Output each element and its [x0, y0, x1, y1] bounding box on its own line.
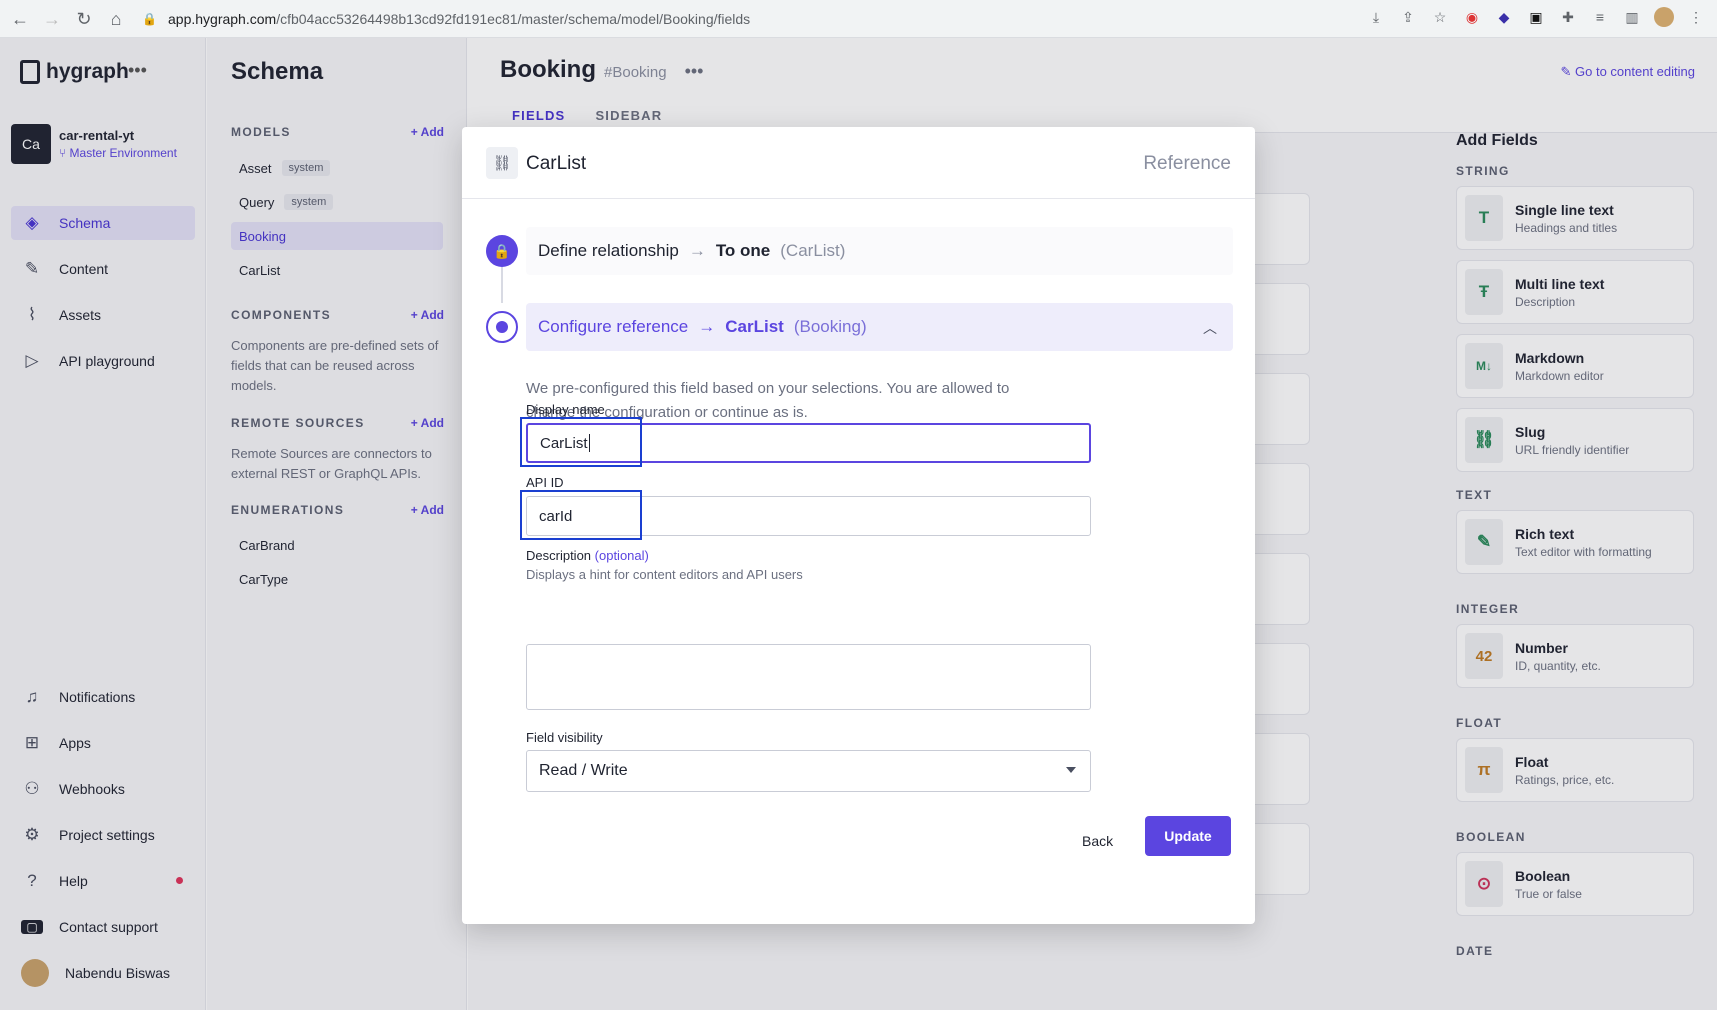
api-id-label: API ID	[526, 475, 564, 490]
kebab-menu-icon[interactable]: ⋮	[1685, 6, 1707, 28]
back-button[interactable]: Back	[1072, 821, 1123, 861]
field-visibility-select[interactable]: Read / Write	[526, 750, 1091, 792]
url-path: /cfb04acc53264498b13cd92fd191ec81/master…	[276, 11, 751, 27]
url-host: app.hygraph.com	[168, 11, 277, 27]
highlight-box	[520, 417, 642, 467]
field-type-label: Reference	[1143, 153, 1231, 174]
address-bar[interactable]: 🔒 app.hygraph.com/cfb04acc53264498b13cd9…	[142, 5, 1442, 33]
field-visibility-label: Field visibility	[526, 730, 603, 745]
browser-toolbar: ← → ↻ ⌂ 🔒 app.hygraph.com/cfb04acc532644…	[0, 0, 1717, 38]
arrow-right-icon: →	[688, 241, 706, 260]
puzzle-icon[interactable]: ✚	[1557, 6, 1579, 28]
playlist-icon[interactable]: ≡	[1589, 6, 1611, 28]
optional-tag: (optional)	[594, 548, 649, 563]
lock-icon: 🔒	[142, 12, 157, 26]
star-icon[interactable]: ☆	[1429, 6, 1451, 28]
modal-header: ⛓ CarList Reference	[462, 127, 1255, 199]
reference-model: (Booking)	[793, 317, 867, 336]
reload-icon[interactable]: ↻	[69, 4, 99, 34]
chevron-down-icon	[1066, 767, 1076, 773]
configure-reference-modal: ⛓ CarList Reference 🔒 Define relationshi…	[462, 127, 1255, 924]
color-extension-icon[interactable]: ◉	[1461, 6, 1483, 28]
update-button[interactable]: Update	[1145, 816, 1231, 856]
step-connector	[501, 267, 503, 303]
sidebar-toggle-icon[interactable]: ▥	[1621, 6, 1643, 28]
step-label: Configure reference	[538, 317, 689, 336]
reference-link-icon: ⛓	[486, 147, 518, 179]
forward-arrow-icon[interactable]: →	[37, 4, 67, 34]
home-icon[interactable]: ⌂	[101, 4, 131, 34]
description-label: Description (optional)	[526, 548, 649, 563]
relationship-type: To one	[715, 241, 771, 260]
arrow-right-icon: →	[698, 317, 716, 336]
step-define-relationship[interactable]: Define relationship → To one (CarList)	[526, 227, 1233, 275]
description-label-text: Description	[526, 548, 592, 563]
step-configure-reference[interactable]: Configure reference → CarList (Booking) …	[526, 303, 1233, 351]
square-extension-icon[interactable]: ▣	[1525, 6, 1547, 28]
share-icon[interactable]: ⇪	[1397, 6, 1419, 28]
profile-avatar[interactable]	[1653, 6, 1675, 28]
chevron-up-icon[interactable]: ︿	[1203, 318, 1217, 338]
reference-field-name: CarList	[725, 317, 784, 336]
relationship-model: (CarList)	[780, 241, 846, 260]
active-step-indicator	[486, 311, 518, 343]
description-hint: Displays a hint for content editors and …	[526, 567, 803, 582]
highlight-box	[520, 490, 642, 540]
download-icon[interactable]: ⤓	[1365, 6, 1387, 28]
diamond-extension-icon[interactable]: ◆	[1493, 6, 1515, 28]
back-arrow-icon[interactable]: ←	[5, 4, 35, 34]
visibility-value: Read / Write	[539, 762, 628, 779]
description-textarea[interactable]	[526, 644, 1091, 710]
display-name-label: Display name	[526, 402, 605, 417]
extension-icons: ⤓ ⇪ ☆ ◉ ◆ ▣ ✚ ≡ ▥ ⋮	[1365, 6, 1707, 28]
lock-icon: 🔒	[486, 235, 518, 267]
step-label: Define relationship	[538, 241, 679, 260]
modal-title: CarList	[526, 153, 587, 174]
